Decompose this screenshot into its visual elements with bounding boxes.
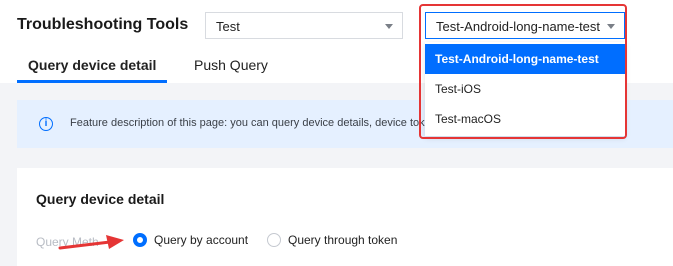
radio-label: Query by account <box>154 233 249 247</box>
chevron-down-icon <box>385 24 393 29</box>
radio-checked-icon <box>133 233 147 247</box>
highlight-box <box>419 4 627 139</box>
app-select[interactable]: Test <box>205 12 403 39</box>
red-arrow-icon <box>58 235 124 250</box>
tab-query-device-detail[interactable]: Query device detail <box>28 57 156 73</box>
radio-unchecked-icon <box>267 233 281 247</box>
info-icon: i <box>39 117 53 131</box>
tab-push-query[interactable]: Push Query <box>194 57 268 73</box>
page-title: Troubleshooting Tools <box>17 16 189 33</box>
active-tab-indicator <box>17 80 167 83</box>
panel-title: Query device detail <box>36 191 165 207</box>
radio-label: Query through token <box>288 233 398 247</box>
app-select-value: Test <box>216 19 240 34</box>
